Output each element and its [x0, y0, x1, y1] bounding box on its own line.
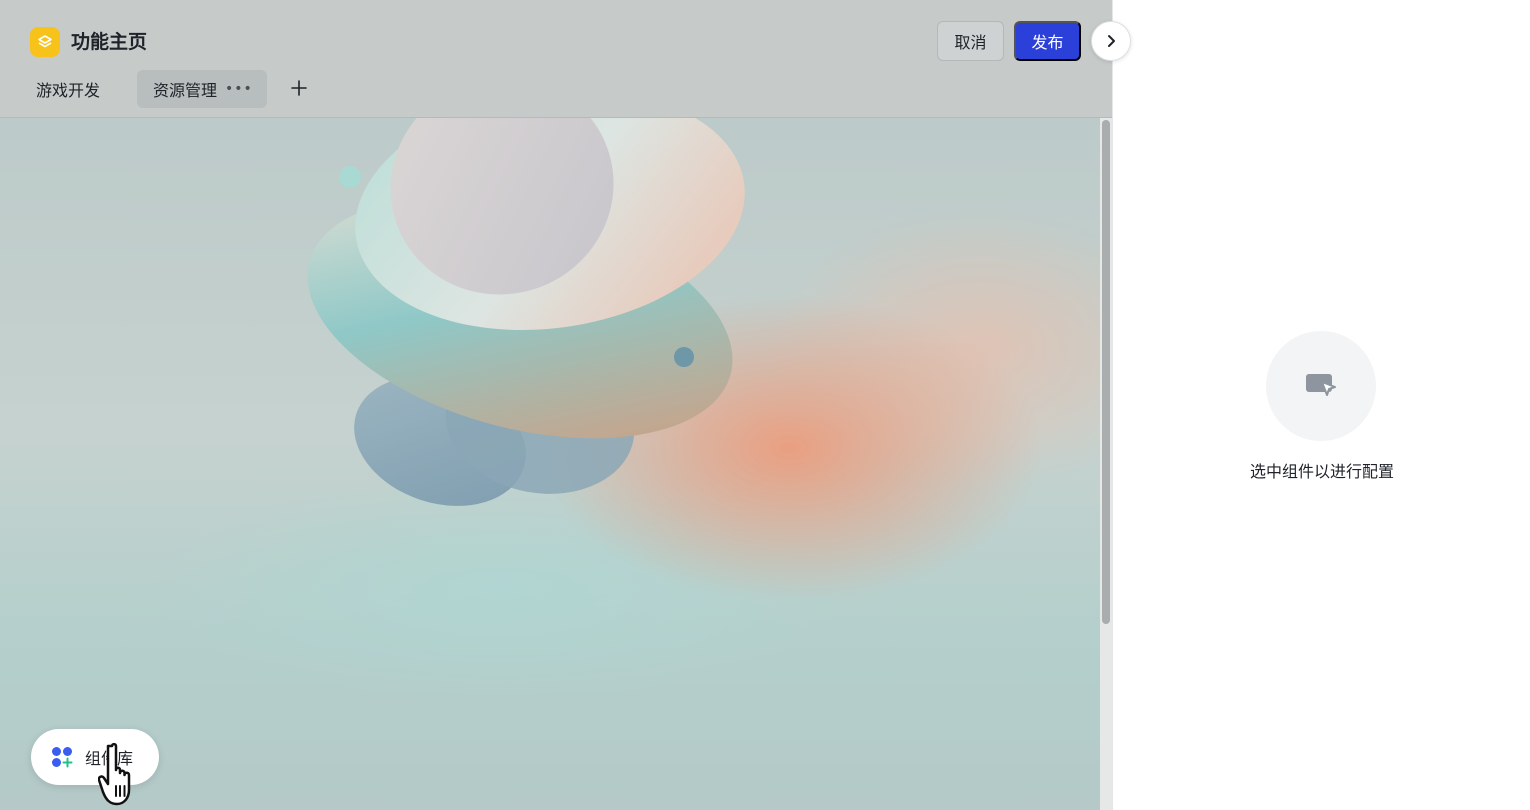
- empty-state-text: 选中组件以进行配置: [1249, 462, 1394, 481]
- layers-icon: [30, 27, 60, 57]
- chevron-right-icon: [1108, 35, 1115, 47]
- hand-cursor-icon: [98, 742, 131, 806]
- background-artwork: [307, 118, 745, 506]
- editor-area: 功能主页 取消 发布 游戏开发 资源管理 •••: [0, 0, 1112, 810]
- add-tab-button[interactable]: [286, 74, 312, 102]
- plus-icon: [291, 80, 307, 96]
- empty-state-illustration: [1266, 331, 1376, 441]
- tab-label: 游戏开发: [36, 81, 101, 100]
- editor-canvas[interactable]: [0, 118, 1112, 810]
- publish-button[interactable]: 发布: [1014, 21, 1081, 61]
- tab-resource-management[interactable]: 资源管理 •••: [137, 70, 267, 108]
- tab-label: 资源管理: [153, 81, 218, 100]
- canvas-scrollbar-thumb[interactable]: [1102, 120, 1110, 624]
- page-title: 功能主页: [71, 31, 148, 53]
- app-window: 功能主页 取消 发布 游戏开发 资源管理 ••• 选中组件以进行配置: [0, 0, 1530, 810]
- cursor-select-icon: [1306, 374, 1336, 396]
- tab-more-icon[interactable]: •••: [225, 82, 253, 96]
- collapse-panel-button[interactable]: [1091, 21, 1131, 61]
- grid-plus-icon: [52, 747, 73, 768]
- tab-game-dev[interactable]: 游戏开发: [20, 70, 116, 108]
- properties-panel: 选中组件以进行配置: [1112, 0, 1530, 810]
- cancel-button[interactable]: 取消: [937, 21, 1004, 61]
- top-bar: 功能主页 取消 发布 游戏开发 资源管理 •••: [0, 0, 1112, 118]
